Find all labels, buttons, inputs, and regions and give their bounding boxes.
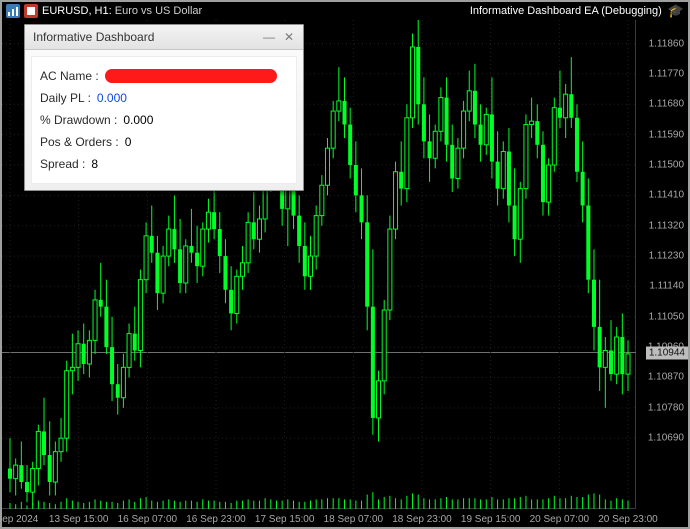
time-tick: 20 Sep 23:00 [598, 514, 658, 525]
price-tick: 1.10780 [648, 402, 684, 413]
price-tick: 1.11050 [649, 311, 684, 322]
panel-titlebar[interactable]: Informative Dashboard — ✕ [25, 25, 303, 50]
time-tick: 20 Sep 07:00 [530, 514, 590, 525]
time-tick: 13 Sep 15:00 [49, 514, 109, 525]
current-price-badge: 1.10944 [646, 346, 688, 359]
price-axis: 1.11860 1.11770 1.11680 1.11590 1.11500 1.114… [635, 20, 688, 509]
panel-title: Informative Dashboard [33, 30, 257, 44]
informative-dashboard-panel[interactable]: Informative Dashboard — ✕ AC Name : Dail… [24, 24, 304, 191]
ea-status-text: Informative Dashboard EA (Debugging) [470, 5, 662, 17]
ac-name-redacted [105, 69, 277, 83]
time-tick: 19 Sep 15:00 [461, 514, 521, 525]
time-axis: 12 Sep 2024 13 Sep 15:00 16 Sep 07:00 16 Se… [2, 508, 636, 527]
pos-orders-value: 0 [125, 135, 132, 149]
spread-label: Spread : [40, 157, 85, 171]
time-tick: 18 Sep 07:00 [324, 514, 384, 525]
price-tick: 1.11590 [649, 129, 684, 140]
spread-value: 8 [91, 157, 98, 171]
ea-icon [24, 4, 38, 18]
time-tick: 16 Sep 23:00 [186, 514, 246, 525]
price-tick: 1.11320 [649, 220, 684, 231]
chart-window: EURUSD, H1: Euro vs US Dollar Informativ… [0, 0, 690, 529]
price-tick: 1.11860 [649, 38, 684, 49]
price-tick: 1.11140 [649, 281, 684, 292]
time-tick: 18 Sep 23:00 [392, 514, 452, 525]
price-tick: 1.10690 [648, 433, 684, 444]
panel-minimize-button[interactable]: — [261, 29, 277, 45]
price-tick: 1.10870 [648, 372, 684, 383]
chart-titlebar: EURUSD, H1: Euro vs US Dollar Informativ… [2, 2, 688, 20]
time-tick: 17 Sep 15:00 [255, 514, 315, 525]
panel-close-button[interactable]: ✕ [281, 29, 297, 45]
ac-name-label: AC Name : [40, 69, 99, 83]
daily-pl-label: Daily PL : [40, 91, 91, 105]
drawdown-value: 0.000 [123, 113, 153, 127]
price-tick: 1.11230 [649, 251, 684, 262]
price-tick: 1.11680 [649, 99, 684, 110]
pos-orders-label: Pos & Orders : [40, 135, 119, 149]
daily-pl-value: 0.000 [97, 91, 127, 105]
time-tick: 16 Sep 07:00 [118, 514, 178, 525]
drawdown-label: % Drawdown : [40, 113, 117, 127]
panel-body: AC Name : Daily PL : 0.000 % Drawdown : … [31, 56, 297, 184]
chart-type-icon [6, 4, 20, 18]
chart-symbol-text: EURUSD, H1: Euro vs US Dollar [42, 5, 202, 17]
ea-hat-icon[interactable]: 🎓 [668, 3, 684, 19]
time-tick: 12 Sep 2024 [0, 514, 38, 525]
price-tick: 1.11770 [649, 68, 684, 79]
price-tick: 1.11500 [649, 160, 684, 171]
price-tick: 1.11410 [649, 190, 684, 201]
